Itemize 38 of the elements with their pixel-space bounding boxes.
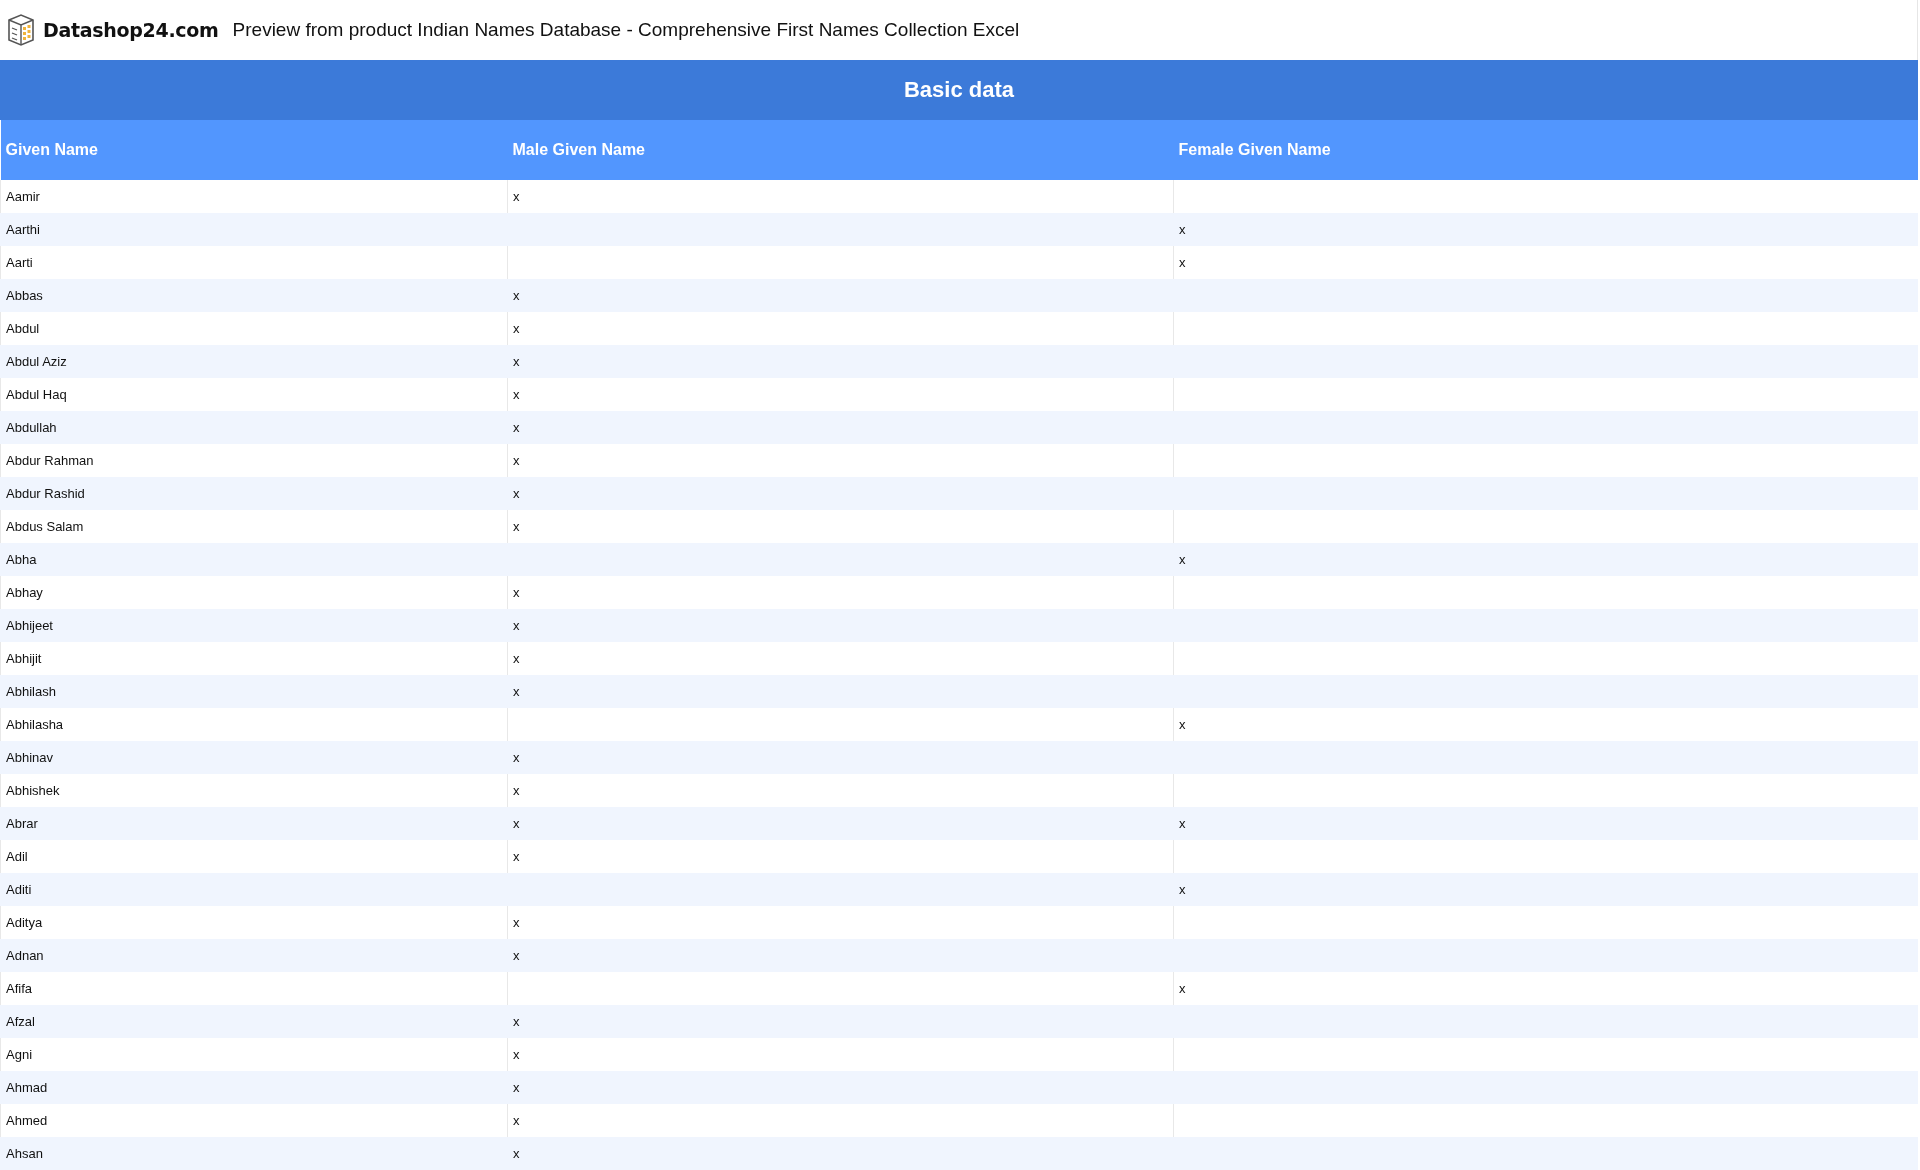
column-header: Female Given Name <box>1173 120 1918 180</box>
logo-text[interactable]: Datashop24.com <box>43 19 219 41</box>
table-cell: x <box>1173 807 1918 840</box>
table-cell: x <box>507 741 1174 774</box>
table-cell: Abrar <box>0 807 508 840</box>
table-cell: x <box>507 1137 1174 1170</box>
table-cell: Abhijeet <box>0 609 508 642</box>
table-cell: x <box>1173 873 1918 906</box>
table-cell: Abdul Aziz <box>0 345 508 378</box>
table-cell: x <box>1173 543 1918 576</box>
table-cell: x <box>507 411 1174 444</box>
table-cell: x <box>507 609 1174 642</box>
table-cell: x <box>507 279 1174 312</box>
table-cell: x <box>507 1005 1174 1038</box>
table-cell: x <box>1173 213 1918 246</box>
table-cell: x <box>507 939 1174 972</box>
table-cell: Abbas <box>0 279 508 312</box>
table-cell: x <box>507 675 1174 708</box>
logo-icon <box>6 14 36 46</box>
table-cell: Ahmad <box>0 1071 508 1104</box>
table-cell: Adnan <box>0 939 508 972</box>
table-cell: Aarthi <box>0 213 508 246</box>
table-cell: x <box>507 807 1174 840</box>
table-cell: Ahsan <box>0 1137 508 1170</box>
page-title: Preview from product Indian Names Database - Comprehensive First Names Collection Excel <box>232 19 1020 41</box>
table-cell: Abhilash <box>0 675 508 708</box>
table-cell: Abha <box>0 543 508 576</box>
table-cell: Aditi <box>0 873 508 906</box>
column-header: Male Given Name <box>507 120 1174 180</box>
table-cell: Abdullah <box>0 411 508 444</box>
table-cell: x <box>507 477 1174 510</box>
column-header: Given Name <box>0 120 508 180</box>
table-cell: x <box>507 345 1174 378</box>
table-cell: Abdur Rashid <box>0 477 508 510</box>
table-cell: x <box>507 1071 1174 1104</box>
group-heading: Basic data <box>903 77 1015 103</box>
table-cell: Afzal <box>0 1005 508 1038</box>
table-cell: Abhinav <box>0 741 508 774</box>
